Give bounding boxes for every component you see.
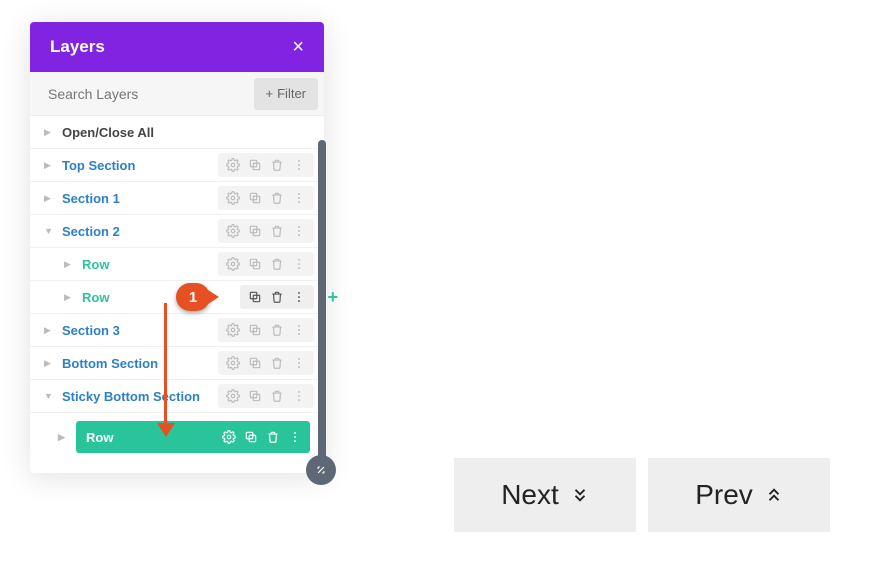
filter-button[interactable]: + Filter bbox=[254, 78, 318, 110]
caret-down-icon[interactable]: ▼ bbox=[44, 391, 54, 401]
layer-label: Bottom Section bbox=[62, 356, 158, 371]
filter-label: Filter bbox=[277, 86, 306, 101]
duplicate-icon[interactable] bbox=[248, 356, 262, 370]
prev-button[interactable]: Prev bbox=[648, 458, 830, 532]
gear-icon[interactable] bbox=[226, 224, 240, 238]
caret-right-icon[interactable]: ▶ bbox=[44, 358, 54, 369]
caret-right-icon[interactable]: ▶ bbox=[64, 259, 74, 270]
layer-actions bbox=[218, 384, 314, 408]
layer-label: Sticky Bottom Section bbox=[62, 389, 200, 404]
layers-tree: ▶ Open/Close All ▶ Top Section ▶ Section… bbox=[30, 116, 324, 473]
layer-actions bbox=[222, 430, 302, 444]
trash-icon[interactable] bbox=[270, 356, 284, 370]
layer-actions bbox=[218, 153, 314, 177]
duplicate-icon[interactable] bbox=[248, 257, 262, 271]
panel-title: Layers bbox=[50, 37, 105, 57]
duplicate-icon[interactable] bbox=[248, 191, 262, 205]
layer-actions bbox=[218, 318, 314, 342]
layer-actions bbox=[218, 186, 314, 210]
more-icon[interactable] bbox=[292, 224, 306, 238]
more-icon[interactable] bbox=[288, 430, 302, 444]
plus-icon: + bbox=[266, 86, 274, 101]
caret-right-icon[interactable]: ▶ bbox=[44, 325, 54, 336]
panel-header: Layers × bbox=[30, 22, 324, 72]
gear-icon[interactable] bbox=[226, 356, 240, 370]
layer-item-row[interactable]: ▶ Row bbox=[30, 248, 324, 281]
duplicate-icon[interactable] bbox=[248, 158, 262, 172]
gear-icon[interactable] bbox=[226, 191, 240, 205]
scrollbar[interactable] bbox=[318, 140, 326, 480]
caret-right-icon[interactable]: ▶ bbox=[44, 193, 54, 204]
gear-icon[interactable] bbox=[226, 323, 240, 337]
caret-right-icon[interactable]: ▶ bbox=[44, 160, 54, 171]
close-icon[interactable]: × bbox=[292, 36, 304, 59]
caret-right-icon[interactable]: ▶ bbox=[44, 127, 54, 138]
caret-down-icon[interactable]: ▼ bbox=[44, 226, 54, 236]
gear-icon[interactable] bbox=[226, 257, 240, 271]
next-button[interactable]: Next bbox=[454, 458, 636, 532]
more-icon[interactable] bbox=[292, 323, 306, 337]
gear-icon[interactable] bbox=[226, 389, 240, 403]
more-icon[interactable] bbox=[292, 191, 306, 205]
duplicate-icon[interactable] bbox=[244, 430, 258, 444]
duplicate-icon[interactable] bbox=[248, 323, 262, 337]
layer-label: Row bbox=[82, 257, 109, 272]
more-icon[interactable] bbox=[292, 158, 306, 172]
layer-actions bbox=[218, 252, 314, 276]
layer-item-section-1[interactable]: ▶ Section 1 bbox=[30, 182, 324, 215]
more-icon[interactable] bbox=[292, 356, 306, 370]
nav-buttons: Next Prev bbox=[454, 458, 830, 532]
caret-right-icon[interactable]: ▶ bbox=[58, 432, 65, 443]
layer-actions bbox=[218, 219, 314, 243]
open-close-label: Open/Close All bbox=[62, 125, 154, 140]
layer-label: Section 2 bbox=[62, 224, 120, 239]
resize-handle-icon[interactable] bbox=[306, 455, 336, 485]
trash-icon[interactable] bbox=[270, 389, 284, 403]
layer-item-section-2[interactable]: ▼ Section 2 bbox=[30, 215, 324, 248]
layer-item-row-active[interactable]: ▶ Row + bbox=[30, 281, 324, 314]
duplicate-icon[interactable] bbox=[248, 224, 262, 238]
add-icon[interactable]: + bbox=[327, 281, 338, 313]
chevrons-down-icon bbox=[571, 486, 589, 504]
layers-panel: Layers × + Filter ▶ Open/Close All ▶ Top… bbox=[30, 22, 324, 473]
trash-icon[interactable] bbox=[270, 191, 284, 205]
layer-label: Top Section bbox=[62, 158, 135, 173]
more-icon[interactable] bbox=[292, 257, 306, 271]
more-icon[interactable] bbox=[292, 389, 306, 403]
layer-item-section-3[interactable]: ▶ Section 3 bbox=[30, 314, 324, 347]
more-icon[interactable] bbox=[292, 290, 306, 304]
layer-item-top-section[interactable]: ▶ Top Section bbox=[30, 149, 324, 182]
layer-actions bbox=[240, 285, 314, 309]
caret-right-icon[interactable]: ▶ bbox=[64, 292, 74, 303]
duplicate-icon[interactable] bbox=[248, 290, 262, 304]
trash-icon[interactable] bbox=[270, 158, 284, 172]
duplicate-icon[interactable] bbox=[248, 389, 262, 403]
trash-icon[interactable] bbox=[270, 290, 284, 304]
layer-item-row-highlight[interactable]: ▶ Row bbox=[76, 421, 310, 453]
open-close-all[interactable]: ▶ Open/Close All bbox=[30, 116, 324, 149]
gear-icon[interactable] bbox=[222, 430, 236, 444]
layer-item-bottom-section[interactable]: ▶ Bottom Section bbox=[30, 347, 324, 380]
layer-item-sticky-bottom[interactable]: ▼ Sticky Bottom Section bbox=[30, 380, 324, 413]
layer-label: Row bbox=[86, 430, 113, 445]
layer-label: Section 1 bbox=[62, 191, 120, 206]
layer-actions bbox=[218, 351, 314, 375]
trash-icon[interactable] bbox=[270, 323, 284, 337]
trash-icon[interactable] bbox=[270, 257, 284, 271]
trash-icon[interactable] bbox=[270, 224, 284, 238]
chevrons-up-icon bbox=[765, 486, 783, 504]
layer-label: Section 3 bbox=[62, 323, 120, 338]
prev-label: Prev bbox=[695, 479, 753, 511]
panel-toolbar: + Filter bbox=[30, 72, 324, 116]
search-input[interactable] bbox=[30, 72, 248, 115]
trash-icon[interactable] bbox=[266, 430, 280, 444]
next-label: Next bbox=[501, 479, 559, 511]
layer-label: Row bbox=[82, 290, 109, 305]
gear-icon[interactable] bbox=[226, 158, 240, 172]
